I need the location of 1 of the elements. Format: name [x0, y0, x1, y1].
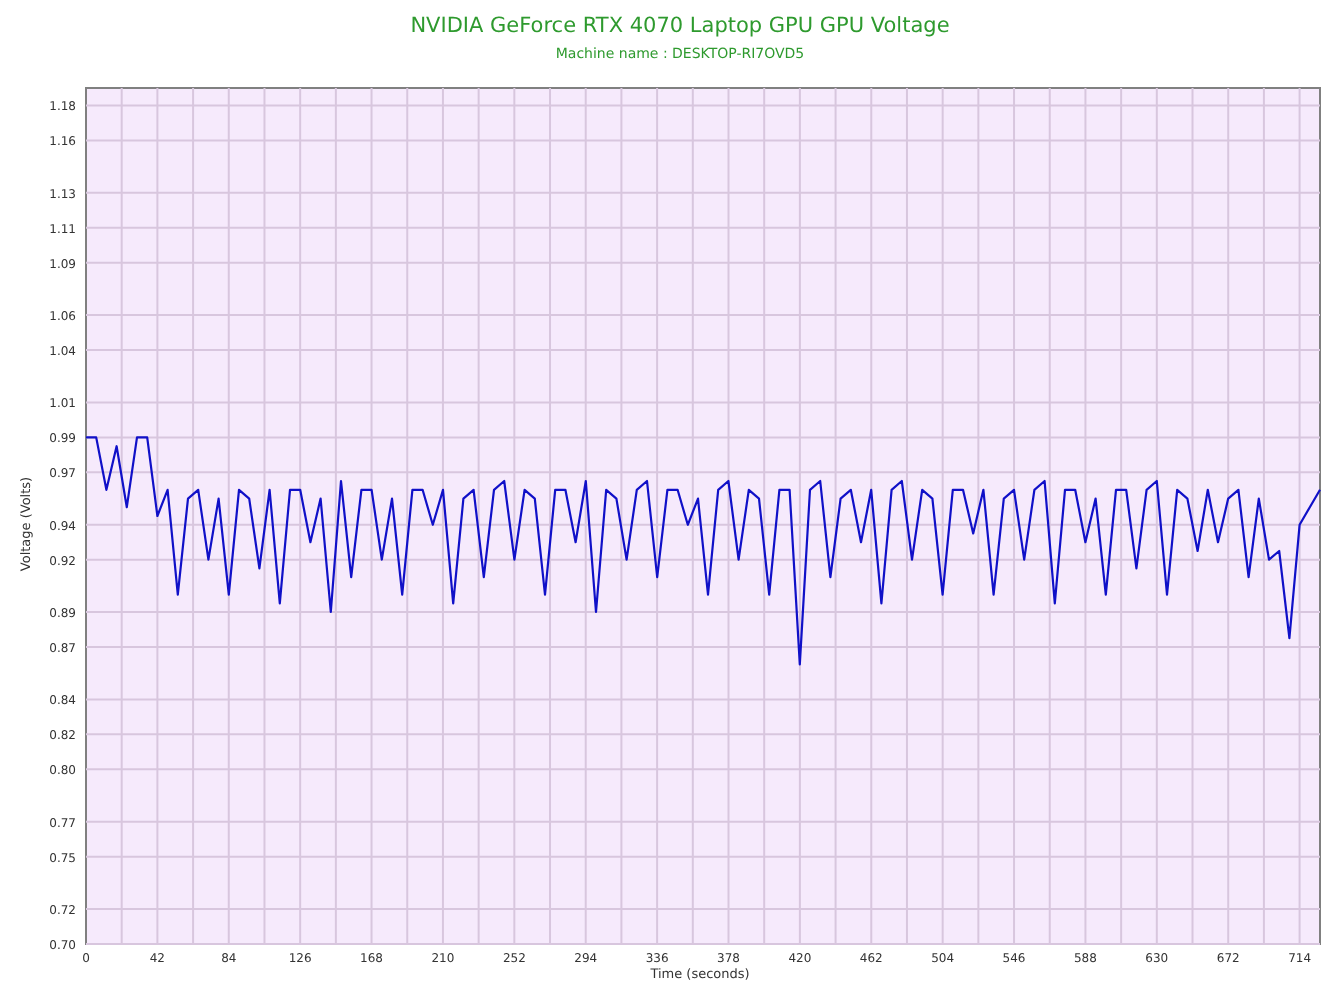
chart-title: NVIDIA GeForce RTX 4070 Laptop GPU GPU Voltage [410, 14, 950, 38]
